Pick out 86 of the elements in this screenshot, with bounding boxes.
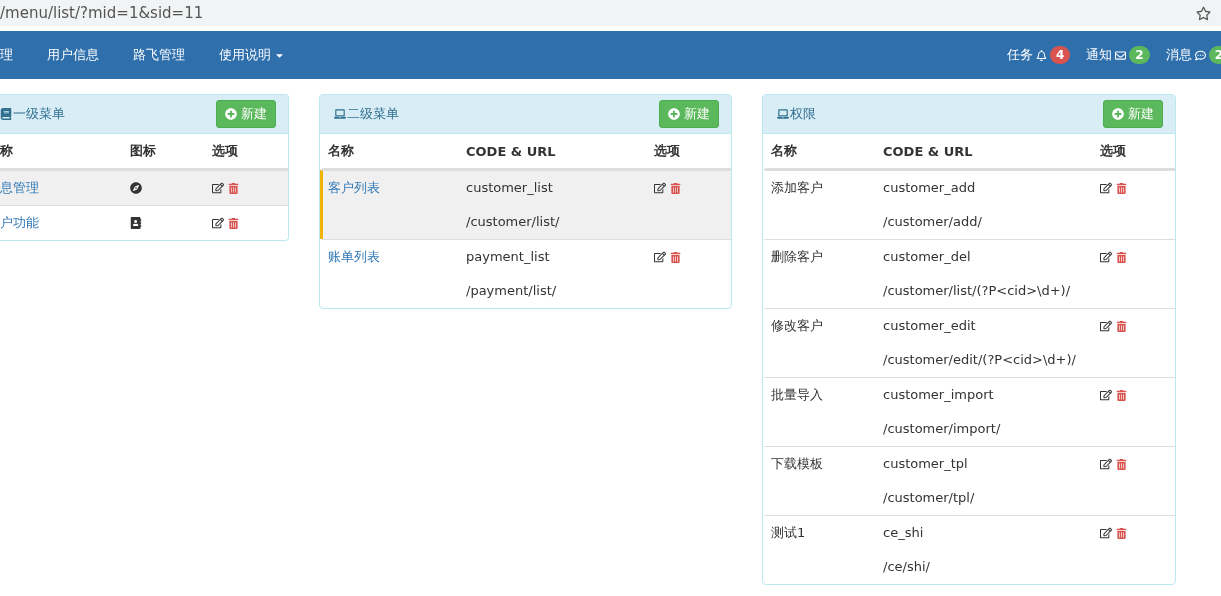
table-row[interactable]: 息管理	[0, 170, 288, 205]
column-header: 选项	[1100, 142, 1127, 160]
contact-icon	[130, 217, 142, 229]
alert-label: 任务	[1006, 46, 1033, 64]
plus-icon	[225, 108, 237, 120]
nav-link[interactable]: 路飞管理	[133, 46, 185, 64]
bookmark-star-icon[interactable]	[1196, 5, 1211, 21]
panel-title: 权限	[790, 105, 816, 123]
column-header: 称	[0, 142, 14, 160]
edit-icon[interactable]	[1100, 182, 1112, 194]
alert-link[interactable]: 通知 2	[1086, 46, 1150, 64]
url-cell-text: /customer/tpl/	[883, 489, 976, 507]
table-row[interactable]: 户功能	[0, 205, 288, 240]
code-cell-text: customer_tpl	[883, 455, 969, 473]
edit-icon[interactable]	[212, 182, 224, 194]
table-row[interactable]: 测试1 ce_shi /ce/shi/	[763, 515, 1175, 584]
column-header: 选项	[654, 142, 681, 160]
code-cell-text: customer_import	[883, 386, 995, 404]
trash-icon[interactable]	[1116, 458, 1127, 470]
nav-link[interactable]: 理	[0, 46, 13, 64]
nav-link[interactable]: 使用说明	[219, 46, 285, 64]
name-link[interactable]: 账单列表	[328, 240, 466, 308]
alert-label: 消息	[1165, 46, 1192, 64]
trash-icon[interactable]	[1116, 320, 1127, 332]
code-cell-text: customer_edit	[883, 317, 977, 335]
name-link: 添加客户	[771, 179, 824, 197]
edit-icon[interactable]	[212, 217, 224, 229]
book-icon	[0, 108, 12, 120]
edit-icon[interactable]	[1100, 527, 1112, 539]
column-header: 名称	[328, 142, 355, 160]
code-cell-text: customer_del	[883, 248, 972, 266]
trash-icon[interactable]	[670, 182, 681, 194]
name-link: 下载模板	[771, 455, 824, 473]
column-header: CODE & URL	[883, 143, 974, 159]
column-header: CODE & URL	[466, 143, 557, 159]
column-header: 图标	[130, 142, 157, 160]
nav-link[interactable]: 用户信息	[47, 46, 99, 64]
address-text[interactable]: /menu/list/?mid=1&sid=11	[0, 4, 204, 22]
compass-icon	[130, 182, 142, 194]
table-row[interactable]: 账单列表 payment_list /payment/list/	[320, 239, 731, 308]
code-cell-text: customer_list	[466, 179, 554, 197]
trash-icon[interactable]	[1116, 251, 1127, 263]
name-link: 修改客户	[771, 317, 824, 335]
name-link: 测试1	[771, 524, 807, 542]
edit-icon[interactable]	[1100, 458, 1112, 470]
column-header: 名称	[771, 142, 798, 160]
name-link: 删除客户	[771, 248, 824, 266]
url-cell-text: /payment/list/	[466, 282, 558, 300]
code-cell-text: customer_add	[883, 179, 977, 197]
plus-icon	[1112, 108, 1124, 120]
url-cell-text: /customer/list/	[466, 213, 561, 231]
chat-icon	[1194, 49, 1206, 61]
name-link[interactable]: 客户列表	[328, 171, 466, 239]
laptop-icon	[777, 108, 789, 120]
alert-link[interactable]: 任务 4	[1006, 46, 1071, 64]
url-cell-text: /customer/edit/(?P<cid>\d+)/	[883, 351, 1077, 369]
panel-title: 二级菜单	[347, 105, 399, 123]
name-link[interactable]: 息管理	[0, 171, 130, 205]
url-cell-text: /customer/add/	[883, 213, 983, 231]
trash-icon[interactable]	[1116, 527, 1127, 539]
trash-icon[interactable]	[228, 217, 239, 229]
edit-icon[interactable]	[1100, 320, 1112, 332]
laptop-icon	[334, 108, 346, 120]
name-link[interactable]: 户功能	[0, 206, 130, 240]
edit-icon[interactable]	[1100, 389, 1112, 401]
count-badge: 4	[1049, 46, 1071, 64]
edit-icon[interactable]	[1100, 251, 1112, 263]
url-cell-text: /customer/list/(?P<cid>\d+)/	[883, 282, 1072, 300]
panel-title: 一级菜单	[13, 105, 65, 123]
trash-icon[interactable]	[670, 251, 681, 263]
code-cell-text: payment_list	[466, 248, 551, 266]
edit-icon[interactable]	[654, 251, 666, 263]
url-cell-text: /ce/shi/	[883, 558, 931, 576]
count-badge: 2	[1129, 46, 1150, 64]
bell-icon	[1035, 49, 1047, 61]
mail-icon	[1115, 49, 1127, 61]
name-link: 批量导入	[771, 386, 824, 404]
code-cell-text: ce_shi	[883, 524, 925, 542]
edit-icon[interactable]	[654, 182, 666, 194]
column-header: 选项	[212, 142, 239, 160]
plus-icon	[668, 108, 680, 120]
trash-icon[interactable]	[1116, 389, 1127, 401]
trash-icon[interactable]	[228, 182, 239, 194]
trash-icon[interactable]	[1116, 182, 1127, 194]
alert-label: 通知	[1086, 46, 1113, 64]
url-cell-text: /customer/import/	[883, 420, 1002, 438]
